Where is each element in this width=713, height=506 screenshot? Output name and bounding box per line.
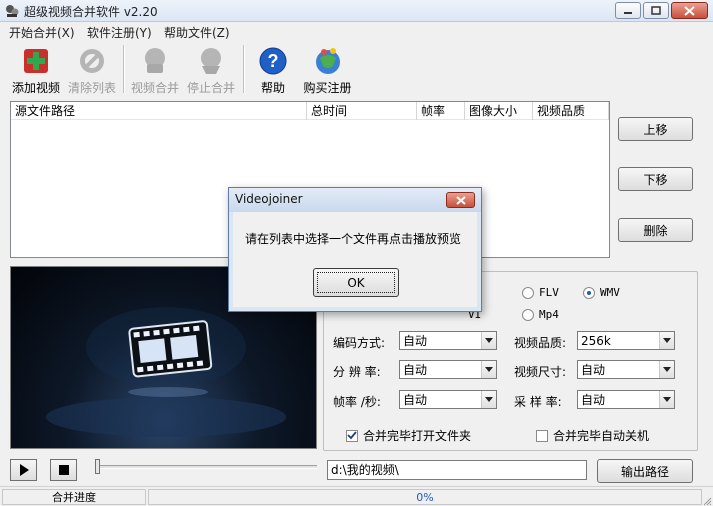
- stop-merge-label: 停止合并: [186, 81, 235, 95]
- fps-label: 帧率 /秒:: [333, 395, 381, 409]
- stop-merge-button[interactable]: 停止合并: [185, 41, 237, 96]
- close-button[interactable]: [671, 2, 708, 19]
- merge-video-icon: [138, 45, 172, 77]
- resize-grip-icon[interactable]: [702, 495, 712, 506]
- chevron-down-icon: [481, 361, 496, 378]
- help-icon: ?: [256, 45, 290, 77]
- close-icon: [455, 195, 466, 205]
- stop-merge-icon: [194, 45, 228, 77]
- menu-bar: 开始合并(X) 软件注册(Y) 帮助文件(Z): [0, 22, 713, 41]
- column-header-framerate[interactable]: 帧率: [417, 102, 465, 120]
- chevron-down-icon: [659, 361, 674, 378]
- toolbar: 添加视频 清除列表 视频合并 停止合并 ? 帮助 购买注册: [0, 41, 713, 96]
- title-bar: 超级视频合并软件 v2.20: [0, 0, 713, 22]
- resolution-select[interactable]: 自动: [399, 360, 497, 379]
- output-path-button[interactable]: 输出路径: [597, 459, 693, 483]
- quality-select[interactable]: 256k: [577, 331, 675, 350]
- buy-register-button[interactable]: 购买注册: [300, 41, 355, 96]
- menu-help-file[interactable]: 帮助文件(Z): [164, 24, 230, 41]
- chevron-down-icon: [659, 332, 674, 349]
- radio-button[interactable]: [522, 308, 534, 321]
- menu-register[interactable]: 软件注册(Y): [87, 24, 152, 41]
- format-radio-flv[interactable]: FLV: [522, 286, 559, 299]
- delete-button[interactable]: 删除: [618, 218, 693, 242]
- sample-rate-select[interactable]: 自动: [577, 390, 675, 409]
- radio-button[interactable]: [522, 286, 534, 299]
- status-bar: 合并进度 0%: [0, 486, 713, 506]
- move-down-button[interactable]: 下移: [618, 167, 693, 191]
- dialog-title-bar: Videojoiner: [229, 188, 481, 212]
- maximize-icon: [651, 6, 661, 15]
- checkbox-box[interactable]: [536, 429, 548, 442]
- maximize-button[interactable]: [643, 2, 669, 19]
- clear-list-icon: [75, 45, 109, 77]
- stop-button[interactable]: [50, 459, 77, 481]
- toolbar-separator: [123, 45, 125, 93]
- column-header-image-size[interactable]: 图像大小: [465, 102, 533, 120]
- format-radio-mp4[interactable]: Mp4: [522, 308, 559, 321]
- dialog-close-button[interactable]: [446, 192, 475, 208]
- format-radio-wmv[interactable]: WMV: [583, 286, 620, 299]
- open-folder-checkbox[interactable]: 合并完毕打开文件夹: [346, 427, 471, 444]
- progress-indicator: 0%: [148, 489, 702, 505]
- dialog-body: 请在列表中选择一个文件再点击播放预览 OK: [233, 212, 477, 307]
- help-label: 帮助: [260, 81, 285, 95]
- encoding-select[interactable]: 自动: [399, 331, 497, 350]
- minimize-icon: [624, 11, 632, 14]
- seek-slider-track[interactable]: [97, 465, 317, 469]
- merge-video-button[interactable]: 视频合并: [128, 41, 182, 96]
- clear-list-button[interactable]: 清除列表: [66, 41, 118, 96]
- video-size-label: 视频尺寸:: [514, 365, 567, 379]
- column-header-video-quality[interactable]: 视频品质: [533, 102, 609, 120]
- window-title: 超级视频合并软件 v2.20: [24, 5, 158, 19]
- column-header-total-time[interactable]: 总时间: [307, 102, 417, 120]
- column-header-source-path[interactable]: 源文件路径: [11, 102, 307, 120]
- chevron-down-icon: [659, 391, 674, 408]
- output-path-field[interactable]: d:\我的视频\: [327, 460, 587, 480]
- svg-text:?: ?: [268, 51, 279, 71]
- buy-register-label: 购买注册: [303, 81, 352, 95]
- app-icon: [4, 3, 20, 19]
- dialog-message: 请在列表中选择一个文件再点击播放预览: [245, 232, 462, 246]
- play-icon: [19, 464, 29, 476]
- add-video-button[interactable]: 添加视频: [9, 41, 63, 96]
- play-button[interactable]: [10, 459, 37, 481]
- menu-start-merge[interactable]: 开始合并(X): [9, 24, 75, 41]
- sample-rate-label: 采 样 率:: [514, 395, 562, 409]
- resolution-label: 分 辨 率:: [333, 365, 381, 379]
- encoding-label: 编码方式:: [333, 336, 386, 350]
- radio-button[interactable]: [583, 286, 595, 299]
- clear-list-label: 清除列表: [67, 81, 116, 95]
- chevron-down-icon: [481, 391, 496, 408]
- add-video-icon: [19, 45, 53, 77]
- dialog-ok-button[interactable]: OK: [313, 268, 399, 297]
- move-up-button[interactable]: 上移: [618, 117, 693, 141]
- stop-icon: [58, 465, 69, 475]
- checkmark-icon: [347, 431, 357, 440]
- close-icon: [684, 5, 695, 16]
- minimize-button[interactable]: [615, 2, 641, 19]
- quality-label: 视频品质:: [514, 336, 567, 350]
- toolbar-separator: [243, 45, 245, 93]
- fps-select[interactable]: 自动: [399, 390, 497, 409]
- auto-shutdown-checkbox[interactable]: 合并完毕自动关机: [536, 427, 649, 444]
- video-size-select[interactable]: 自动: [577, 360, 675, 379]
- seek-slider-thumb[interactable]: [95, 459, 100, 474]
- file-list-header: 源文件路径 总时间 帧率 图像大小 视频品质: [11, 102, 609, 120]
- help-button[interactable]: ? 帮助: [256, 41, 290, 96]
- checkbox-box[interactable]: [346, 429, 358, 442]
- message-dialog: Videojoiner 请在列表中选择一个文件再点击播放预览 OK: [228, 187, 482, 312]
- merge-video-label: 视频合并: [130, 81, 179, 95]
- add-video-label: 添加视频: [11, 81, 60, 95]
- dialog-title: Videojoiner: [235, 192, 303, 206]
- chevron-down-icon: [481, 332, 496, 349]
- status-label: 合并进度: [2, 489, 146, 505]
- buy-register-icon: [311, 45, 345, 77]
